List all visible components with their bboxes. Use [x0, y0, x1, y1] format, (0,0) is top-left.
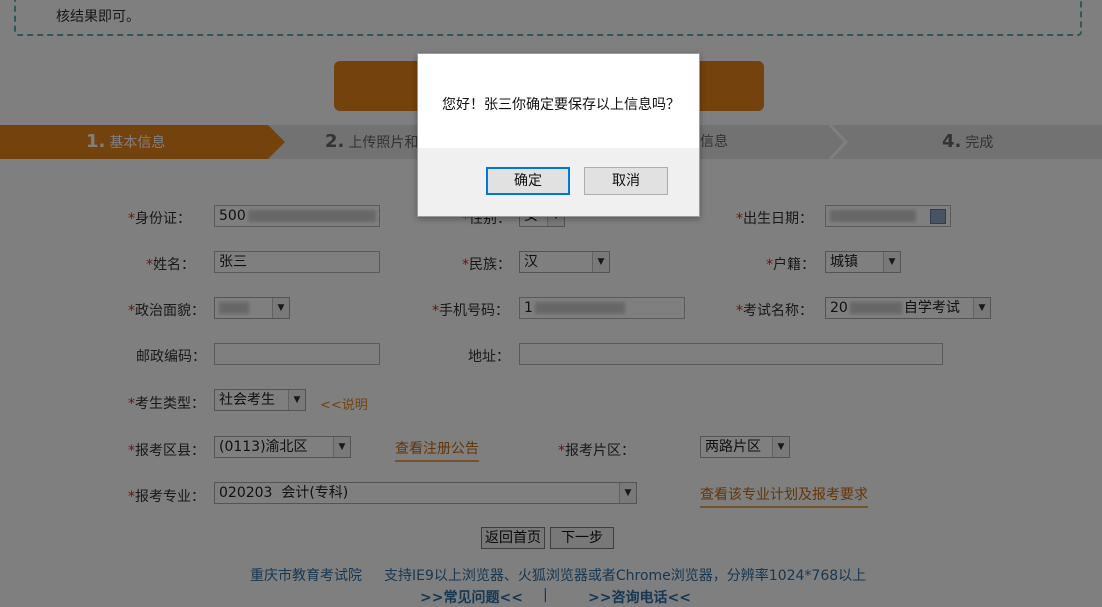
- dialog-message: 您好！张三你确定要保存以上信息吗？: [442, 97, 680, 113]
- cancel-button[interactable]: 取消: [584, 167, 668, 195]
- confirm-button[interactable]: 确定: [486, 167, 570, 195]
- confirm-dialog: 您好！张三你确定要保存以上信息吗？ 确定 取消: [417, 53, 700, 217]
